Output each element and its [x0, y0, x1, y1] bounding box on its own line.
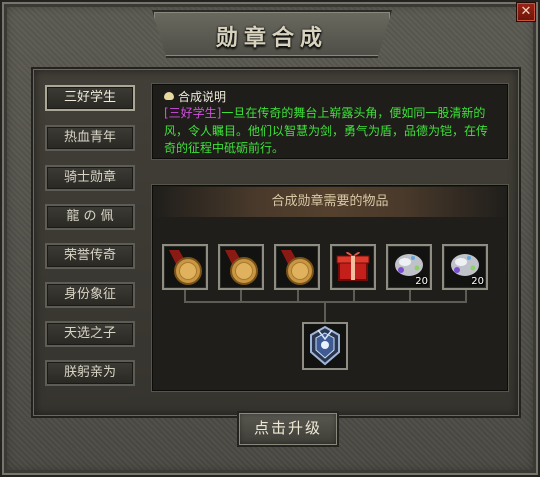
description-text: [三好学生]一旦在传奇的舞台上崭露头角，便如同一股清新的风，令人瞩目。他们以智慧…	[164, 105, 498, 158]
sidebar-item-shenfen[interactable]: 身份象征	[45, 282, 135, 308]
sidebar-item-long[interactable]: 龍 の 佩	[45, 204, 135, 230]
result-slot[interactable]	[302, 322, 348, 370]
upgrade-button[interactable]: 点击升级	[237, 411, 339, 447]
sidebar-item-sanhao[interactable]: 三好学生	[45, 85, 135, 111]
medal-name-tag: [三好学生]	[164, 106, 222, 120]
connector-line	[324, 301, 326, 323]
sidebar-item-qishi[interactable]: 骑士勋章	[45, 165, 135, 191]
materials-header: 合成勋章需要的物品	[152, 187, 508, 217]
material-slot-3[interactable]	[274, 244, 320, 290]
gold-medal-icon	[169, 250, 202, 285]
description-title: 合成说明	[178, 90, 227, 104]
item-count: 20	[415, 276, 428, 287]
close-button[interactable]: ✕	[516, 2, 536, 22]
sidebar-item-zhengong[interactable]: 朕躬亲为	[45, 360, 135, 386]
red-gift-box-icon	[336, 251, 370, 281]
hint-bulb-icon	[164, 92, 174, 100]
gold-medal-icon	[225, 250, 258, 285]
material-slot-2[interactable]	[218, 244, 264, 290]
sidebar-item-rexue[interactable]: 热血青年	[45, 125, 135, 151]
material-slot-6[interactable]: 20	[442, 244, 488, 290]
description-panel: 合成说明 [三好学生]一旦在传奇的舞台上崭露头角，便如同一股清新的风，令人瞩目。…	[151, 83, 509, 160]
sidebar-item-tianxuan[interactable]: 天选之子	[45, 321, 135, 347]
item-count: 20	[471, 276, 484, 287]
sidebar-item-rongyu[interactable]: 荣誉传奇	[45, 243, 135, 269]
gold-medal-icon	[281, 250, 314, 285]
window-title: 勋章合成	[215, 26, 328, 51]
material-slot-4[interactable]	[330, 244, 376, 290]
material-slot-5[interactable]: 20	[386, 244, 432, 290]
medal-result-icon	[310, 325, 340, 366]
title-plate: 勋章合成	[152, 10, 392, 58]
material-slot-1[interactable]	[162, 244, 208, 290]
